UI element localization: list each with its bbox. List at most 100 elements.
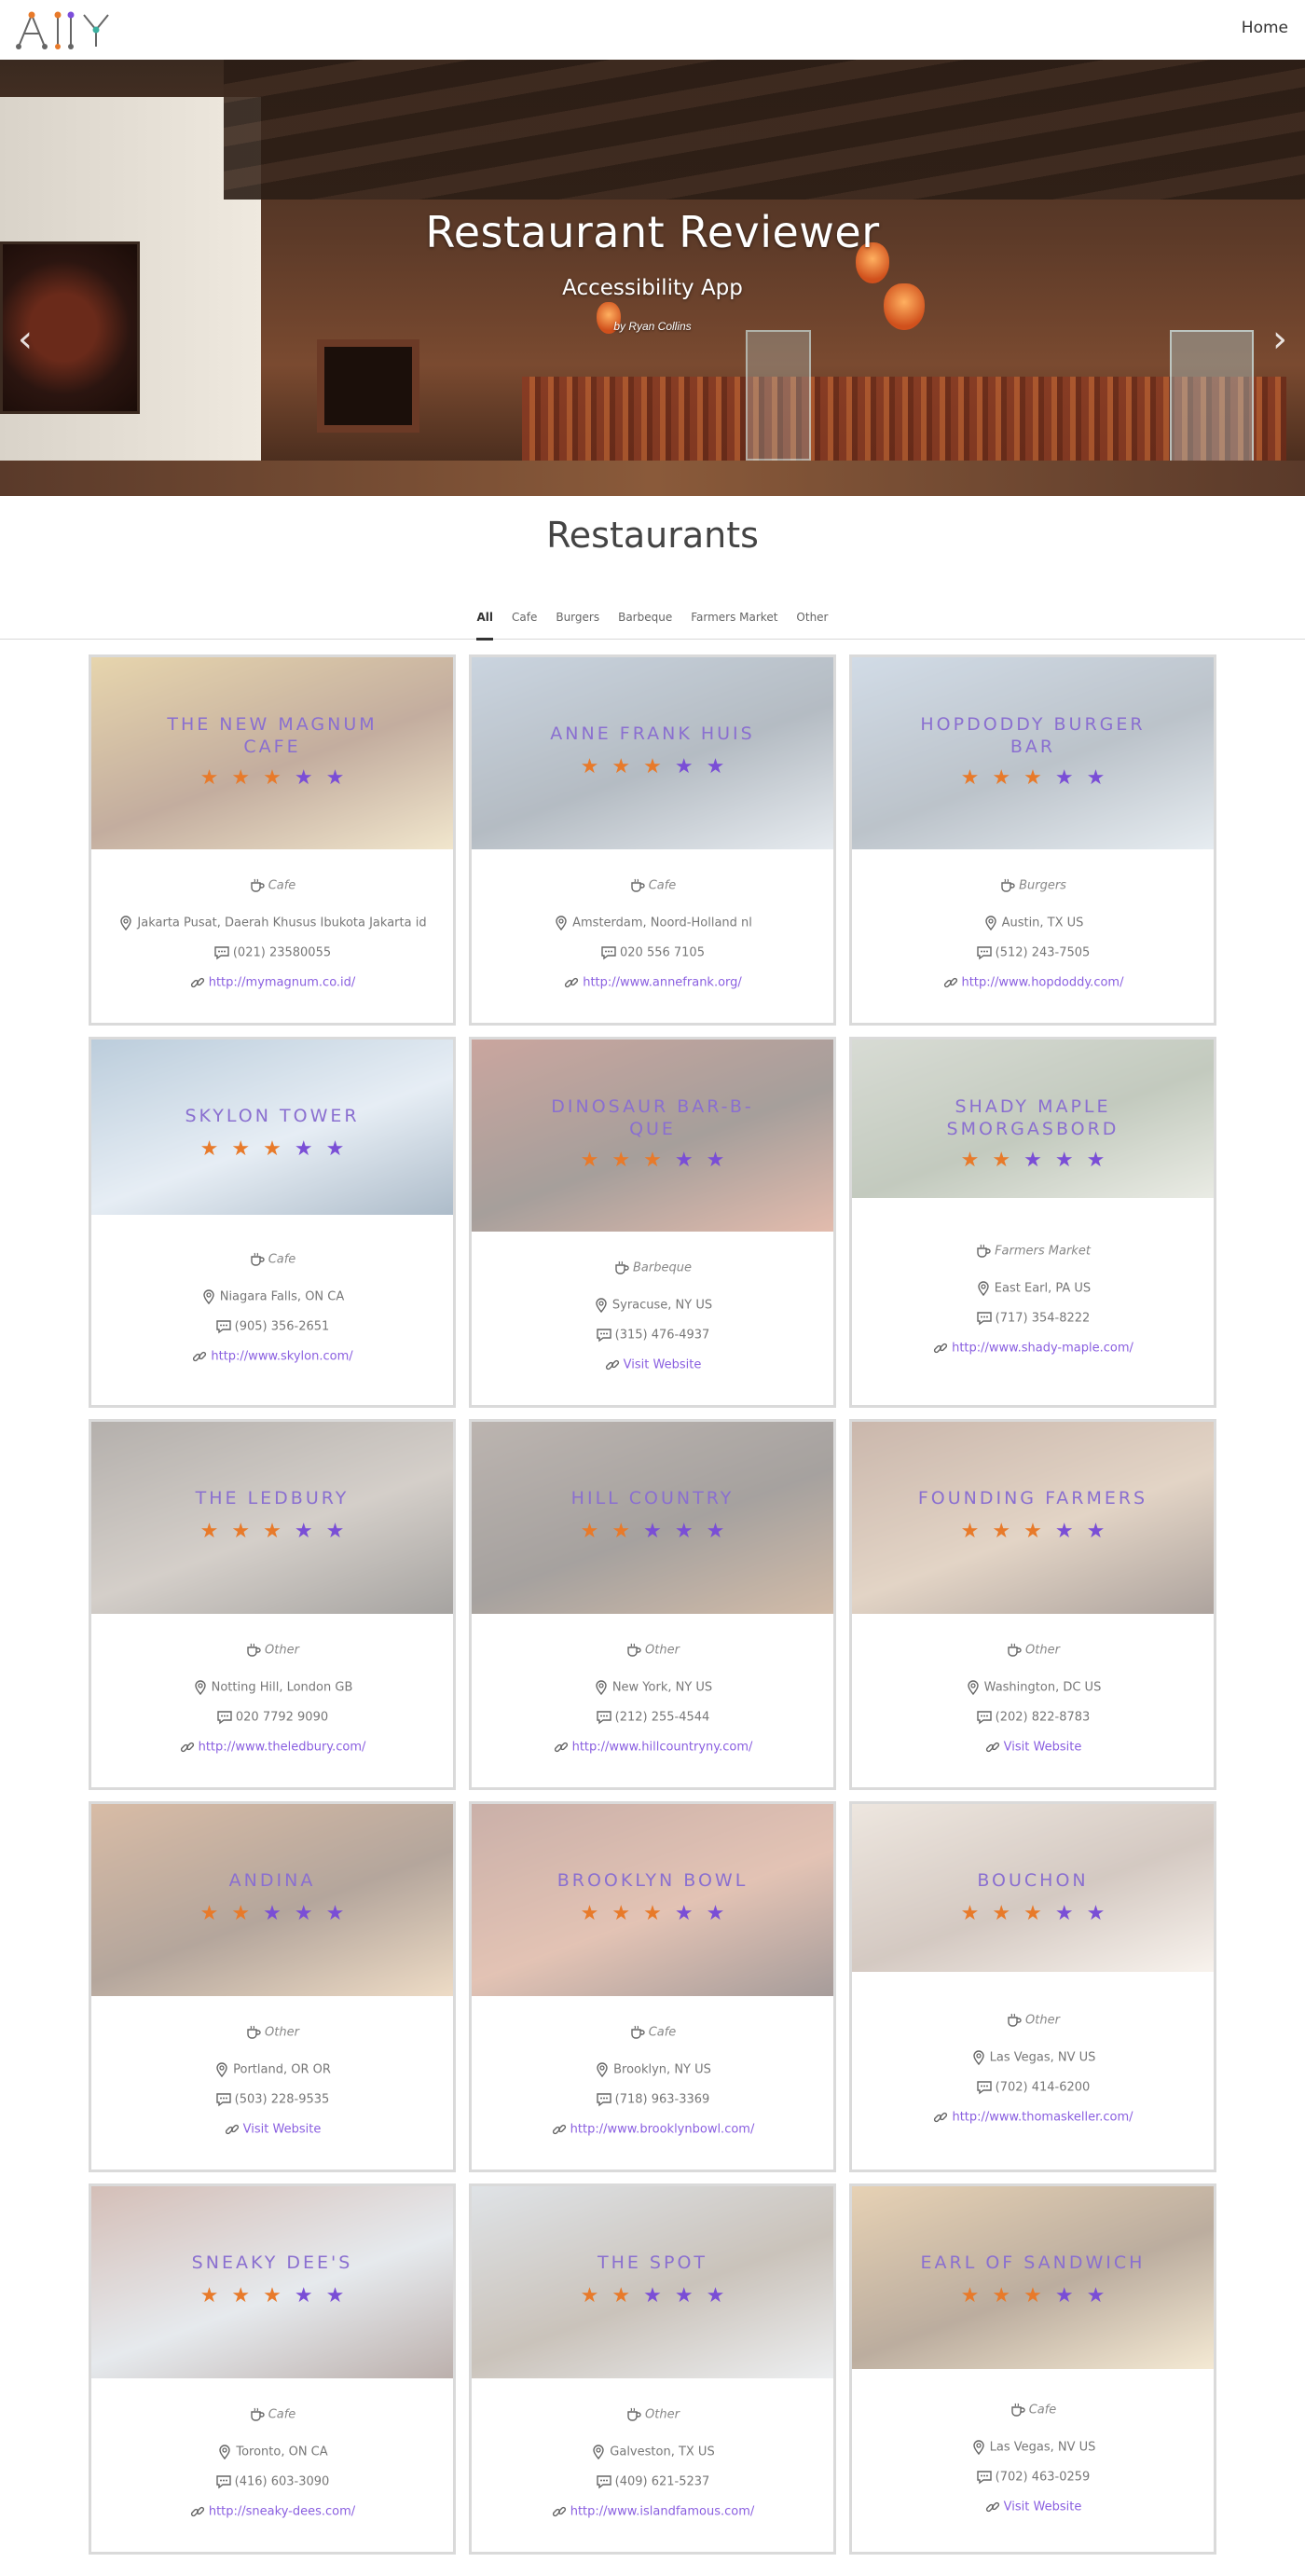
- restaurant-card[interactable]: Hill Country ★★★★★ Other New York, NY US (21…: [469, 1419, 836, 1790]
- restaurant-card[interactable]: Brooklyn Bowl ★★★★★ Cafe Brooklyn, NY US (71…: [469, 1801, 836, 2172]
- star-filled-icon: ★: [231, 2283, 264, 2307]
- restaurant-card[interactable]: The Ledbury ★★★★★ Other Notting Hill, Londo…: [89, 1419, 456, 1790]
- link-icon: [190, 2506, 204, 2517]
- restaurant-type-line: Cafe: [852, 2402, 1214, 2418]
- chat-bubble-icon: [214, 946, 229, 960]
- restaurant-card[interactable]: Dinosaur Bar-B-Que ★★★★★ Barbeque Syracuse,…: [469, 1037, 836, 1408]
- restaurant-card[interactable]: Sneaky Dee's ★★★★★ Cafe Toronto, ON CA (416)…: [89, 2183, 456, 2555]
- star-filled-icon: ★: [611, 2283, 644, 2307]
- restaurant-website[interactable]: Visit Website: [243, 2123, 322, 2137]
- restaurant-type: Cafe: [1028, 2403, 1057, 2418]
- restaurant-type: Other: [1025, 1643, 1060, 1658]
- restaurant-website[interactable]: http://sneaky-dees.com/: [209, 2505, 355, 2519]
- star-empty-icon: ★: [325, 1519, 358, 1542]
- restaurant-website[interactable]: Visit Website: [624, 1358, 702, 1372]
- restaurant-website[interactable]: Visit Website: [1004, 1741, 1082, 1755]
- restaurant-phone: (905) 356-2651: [234, 1319, 330, 1334]
- restaurant-card[interactable]: Earl of Sandwich ★★★★★ Cafe Las Vegas, NV U…: [849, 2183, 1216, 2555]
- restaurant-photo-overlay: [472, 1422, 833, 1614]
- star-rating: ★★★★★: [91, 2283, 453, 2307]
- restaurant-card[interactable]: Bouchon ★★★★★ Other Las Vegas, NV US (702) 4…: [849, 1801, 1216, 2172]
- restaurant-photo-overlay: [91, 1040, 453, 1215]
- restaurant-address-line: East Earl, PA US: [852, 1280, 1214, 1297]
- restaurant-website[interactable]: http://www.skylon.com/: [211, 1350, 352, 1364]
- star-filled-icon: ★: [580, 1519, 612, 1542]
- restaurant-website[interactable]: http://www.shady-maple.com/: [952, 1342, 1133, 1356]
- restaurant-photo: Anne Frank Huis ★★★★★: [472, 657, 833, 849]
- restaurant-phone-line: (718) 963-3369: [472, 2091, 833, 2108]
- restaurant-website-line: http://www.hopdoddy.com/: [852, 974, 1214, 991]
- restaurant-address: Austin, TX US: [1001, 916, 1084, 930]
- a11y-logo[interactable]: [13, 6, 116, 52]
- restaurant-card[interactable]: Hopdoddy Burger Bar ★★★★★ Burgers Austin, T…: [849, 654, 1216, 1026]
- star-filled-icon: ★: [231, 1519, 264, 1542]
- home-link[interactable]: Home: [1242, 19, 1288, 37]
- restaurant-address-line: Austin, TX US: [852, 915, 1214, 931]
- star-filled-icon: ★: [960, 2283, 993, 2307]
- star-empty-icon: ★: [294, 1901, 326, 1924]
- star-empty-icon: ★: [706, 1901, 738, 1924]
- restaurant-phone-line: (202) 822-8783: [852, 1709, 1214, 1726]
- map-pin-icon: [596, 1680, 607, 1696]
- restaurant-phone: (315) 476-4937: [614, 1328, 710, 1343]
- restaurant-website[interactable]: http://mymagnum.co.id/: [209, 976, 356, 990]
- tab-cafe[interactable]: Cafe: [512, 606, 537, 640]
- restaurant-type: Farmers Market: [995, 1244, 1091, 1259]
- restaurant-name: Earl of Sandwich: [920, 2252, 1146, 2273]
- restaurant-photo: The Spot ★★★★★: [472, 2186, 833, 2378]
- tab-barbeque[interactable]: Barbeque: [618, 606, 672, 640]
- restaurant-phone-line: (409) 621-5237: [472, 2473, 833, 2490]
- restaurant-website[interactable]: http://www.annefrank.org/: [583, 976, 742, 990]
- restaurant-website[interactable]: http://www.brooklynbowl.com/: [570, 2123, 755, 2137]
- restaurant-card[interactable]: The Spot ★★★★★ Other Galveston, TX US (409) …: [469, 2183, 836, 2555]
- restaurant-card[interactable]: Founding Farmers ★★★★★ Other Washington, DC…: [849, 1419, 1216, 1790]
- star-filled-icon: ★: [992, 1148, 1024, 1171]
- star-empty-icon: ★: [325, 765, 358, 789]
- restaurant-name: Hill Country: [570, 1488, 735, 1508]
- star-rating: ★★★★★: [472, 1148, 833, 1172]
- restaurant-type: Burgers: [1019, 878, 1066, 893]
- link-icon: [565, 977, 579, 988]
- restaurant-card[interactable]: Andina ★★★★★ Other Portland, OR OR (503) 228…: [89, 1801, 456, 2172]
- restaurant-phone-line: 020 7792 9090: [91, 1709, 453, 1726]
- chat-bubble-icon: [596, 2475, 611, 2489]
- star-rating: ★★★★★: [91, 1136, 453, 1161]
- restaurant-photo-overlay: [852, 1422, 1214, 1614]
- star-filled-icon: ★: [231, 1136, 264, 1160]
- coffee-cup-icon: [627, 1643, 641, 1657]
- restaurant-phone-line: (503) 228-9535: [91, 2091, 453, 2108]
- restaurant-website[interactable]: http://www.hillcountryny.com/: [572, 1741, 753, 1755]
- restaurant-website-line: Visit Website: [472, 1357, 833, 1373]
- tab-burgers[interactable]: Burgers: [556, 606, 599, 640]
- hero-carousel: Restaurant Reviewer Accessibility App by…: [0, 60, 1305, 496]
- tab-farmers-market[interactable]: Farmers Market: [691, 606, 777, 640]
- star-rating: ★★★★★: [472, 1519, 833, 1543]
- restaurant-website[interactable]: http://www.thomaskeller.com/: [952, 2111, 1133, 2125]
- restaurant-card[interactable]: The New Magnum Cafe ★★★★★ Cafe Jakarta Pusa…: [89, 654, 456, 1026]
- star-empty-icon: ★: [1086, 2283, 1119, 2307]
- coffee-cup-icon: [250, 2407, 265, 2421]
- restaurant-card[interactable]: Shady Maple Smorgasbord ★★★★★ Farmers Mark…: [849, 1037, 1216, 1408]
- restaurant-website[interactable]: http://www.islandfamous.com/: [570, 2505, 755, 2519]
- restaurant-address: Galveston, TX US: [610, 2445, 715, 2459]
- restaurant-card[interactable]: Skylon Tower ★★★★★ Cafe Niagara Falls, ON C…: [89, 1037, 456, 1408]
- restaurant-address: Las Vegas, NV US: [989, 2050, 1096, 2065]
- restaurant-address-line: Las Vegas, NV US: [852, 2049, 1214, 2066]
- tab-other[interactable]: Other: [796, 606, 828, 640]
- restaurant-website[interactable]: http://www.theledbury.com/: [199, 1741, 366, 1755]
- tab-all[interactable]: All: [476, 606, 493, 641]
- star-filled-icon: ★: [1023, 765, 1055, 789]
- restaurant-website[interactable]: http://www.hopdoddy.com/: [962, 976, 1124, 990]
- restaurant-address-line: Portland, OR OR: [91, 2061, 453, 2078]
- restaurant-address: Syracuse, NY US: [611, 1298, 713, 1313]
- restaurant-phone: (702) 463-0259: [995, 2470, 1091, 2485]
- restaurant-website[interactable]: Visit Website: [1004, 2500, 1082, 2514]
- restaurant-website-line: http://www.thomaskeller.com/: [852, 2109, 1214, 2126]
- carousel-prev-arrow[interactable]: ‹: [11, 311, 39, 367]
- hero-photo-ceiling: [224, 60, 1305, 200]
- star-empty-icon: ★: [674, 1148, 707, 1171]
- carousel-next-arrow[interactable]: ›: [1266, 311, 1294, 367]
- star-rating: ★★★★★: [472, 2283, 833, 2307]
- restaurant-name: Bouchon: [977, 1870, 1089, 1891]
- restaurant-card[interactable]: Anne Frank Huis ★★★★★ Cafe Amsterdam, Noord…: [469, 654, 836, 1026]
